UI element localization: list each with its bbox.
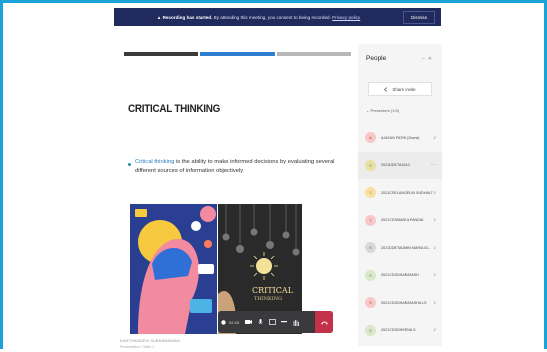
slide-progress-segment-1 bbox=[124, 52, 198, 56]
bullet-keyword: Critical thinking bbox=[135, 159, 175, 165]
phone-icon bbox=[320, 321, 328, 324]
participant-row[interactable]: S 2021DDETADMIN MARIA ID... ♪ bbox=[358, 234, 442, 261]
share-screen-icon bbox=[268, 319, 276, 325]
avatar: T bbox=[365, 214, 376, 226]
bulb-text-2: THINKING bbox=[254, 296, 283, 302]
share-icon bbox=[384, 86, 388, 92]
participant-name: 2021DDETA1610 bbox=[381, 163, 410, 167]
bulb-text-1: CRITICAL bbox=[252, 286, 294, 295]
recording-banner: ▲ Recording has started. By attending th… bbox=[114, 8, 441, 26]
more-icon bbox=[281, 321, 288, 323]
people-panel: People –✕ Share invite ⌄ Presenters (1/9… bbox=[358, 44, 442, 346]
people-title: People bbox=[366, 55, 387, 62]
slide-title: CRITICAL THINKING bbox=[128, 103, 221, 115]
mic-icon: ♪ bbox=[433, 189, 437, 196]
presenters-section-label[interactable]: ⌄ Presenters (1/9) bbox=[366, 108, 399, 113]
slide-progress-segment-2 bbox=[200, 52, 275, 56]
mic-icon bbox=[257, 318, 263, 324]
mic-icon: ♪ bbox=[433, 299, 437, 306]
participant-name: 2021CDSMARULPANDIA bbox=[381, 218, 424, 222]
recording-message: ▲ Recording has started. By attending th… bbox=[114, 15, 403, 20]
participant-name: 2021CDSDHARANISHA LS bbox=[381, 300, 427, 305]
mic-button[interactable] bbox=[254, 311, 266, 333]
participant-name: 2021CDSDHARANISH bbox=[381, 273, 419, 277]
slide-image-illustration bbox=[130, 204, 217, 334]
share-invite-label: Share invite bbox=[392, 86, 416, 92]
participant-row[interactable]: S 2021DDETA1610 ⋯ bbox=[358, 151, 442, 179]
participant-row[interactable]: A AJAYAN PATHI (Guest) ♪ bbox=[358, 124, 442, 151]
privacy-policy-link[interactable]: Privacy policy bbox=[332, 15, 360, 20]
dismiss-button[interactable]: Dismiss bbox=[403, 10, 435, 24]
panel-controls: –✕ bbox=[422, 56, 435, 62]
share-button[interactable] bbox=[266, 311, 278, 333]
more-button[interactable] bbox=[278, 311, 290, 333]
participant-row[interactable]: S 2021CSELANGELIN SUDHALT ♪ bbox=[358, 179, 442, 206]
participant-name: 2021CDSDHEENA S bbox=[381, 328, 416, 332]
avatar: S bbox=[365, 159, 376, 171]
participant-row[interactable]: S 2021CDSDHEENA S ♪ bbox=[358, 317, 442, 344]
share-invite-button[interactable]: Share invite bbox=[368, 82, 432, 96]
section-label-text: Presenters (1/9) bbox=[370, 108, 400, 113]
avatar: S bbox=[365, 187, 376, 198]
participant-row[interactable]: S 2021CDSDHARANISHA LS ♪ bbox=[358, 289, 442, 316]
participant-name: 2021DDETADMIN MARIA ID... bbox=[381, 245, 432, 250]
recording-text: By attending this meeting, you consent t… bbox=[212, 14, 331, 20]
camera-button[interactable] bbox=[242, 311, 254, 333]
avatar: S bbox=[365, 242, 376, 253]
mic-icon: ♪ bbox=[433, 327, 437, 333]
avatar: A bbox=[365, 132, 376, 143]
leave-button[interactable] bbox=[315, 311, 333, 333]
recording-dot-icon bbox=[218, 311, 228, 333]
mic-icon: ♪ bbox=[433, 244, 437, 251]
slide-progress-segment-3 bbox=[277, 52, 351, 56]
mic-icon: ♪ bbox=[433, 134, 437, 141]
raise-hand-button[interactable] bbox=[290, 311, 302, 333]
close-icon[interactable]: ✕ bbox=[428, 56, 435, 62]
more-options-icon[interactable]: ⋯ bbox=[431, 162, 436, 168]
meeting-toolbar: 02:43 bbox=[218, 311, 333, 333]
mic-icon: ♪ bbox=[433, 217, 437, 223]
meeting-timer: 02:43 bbox=[229, 319, 240, 325]
mic-icon: ♪ bbox=[433, 272, 437, 278]
slide-caption: KARTHIKADEVI SUBRAMANIAN bbox=[120, 338, 180, 343]
participant-row[interactable]: S 2021CDSDHARANISH ♪ bbox=[358, 262, 442, 289]
avatar: S bbox=[365, 269, 376, 281]
participant-row[interactable]: T 2021CDSMARULPANDIA ♪ bbox=[358, 207, 442, 234]
participant-name: AJAYAN PATHI (Guest) bbox=[381, 135, 420, 140]
hand-icon bbox=[293, 319, 299, 326]
avatar: S bbox=[365, 324, 376, 336]
avatar: S bbox=[365, 297, 376, 308]
camera-icon bbox=[244, 320, 252, 324]
participant-name: 2021CSELANGELIN SUDHALT bbox=[381, 190, 433, 195]
recording-bold: Recording has started. bbox=[162, 14, 213, 20]
illustration-svg bbox=[130, 204, 217, 334]
slide-caption-2: Presentation / Slide 1 bbox=[120, 345, 155, 349]
bullet-dot bbox=[128, 163, 131, 166]
slide-bullet: Critical thinking is the ability to make… bbox=[135, 158, 345, 176]
